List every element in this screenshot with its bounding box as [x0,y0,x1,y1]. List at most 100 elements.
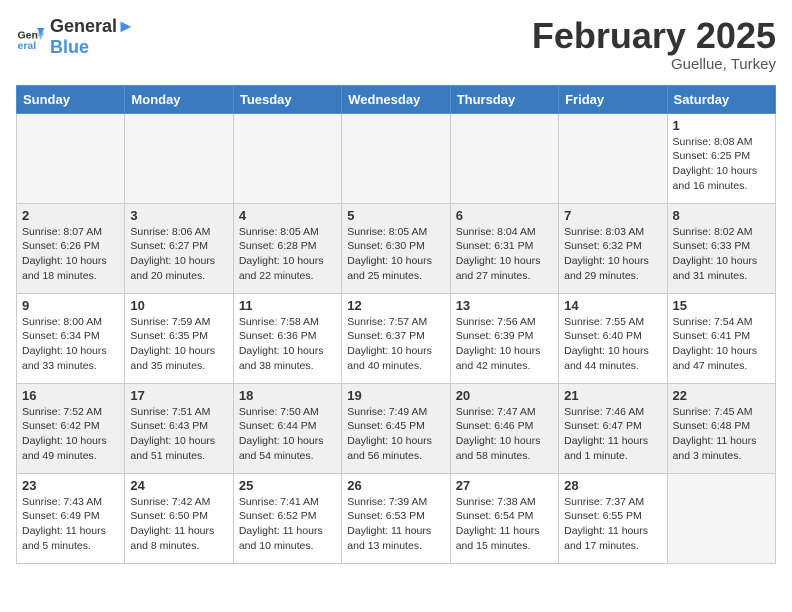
month-year-title: February 2025 [532,16,776,56]
calendar-day-cell [125,113,233,203]
calendar-day-cell: 7 Sunrise: 8:03 AMSunset: 6:32 PMDaylight… [559,203,667,293]
day-header-wednesday: Wednesday [342,85,450,113]
calendar-day-cell: 9 Sunrise: 8:00 AMSunset: 6:34 PMDaylight… [17,293,125,383]
day-number: 20 [456,388,553,403]
logo-blue: Blue [50,37,89,57]
day-number: 3 [130,208,227,223]
logo-separator: ► [117,16,135,37]
calendar-day-cell: 10 Sunrise: 7:59 AMSunset: 6:35 PMDayligh… [125,293,233,383]
calendar-week-row: 2 Sunrise: 8:07 AMSunset: 6:26 PMDaylight… [17,203,776,293]
day-info: Sunrise: 7:47 AMSunset: 6:46 PMDaylight:… [456,405,553,464]
day-number: 6 [456,208,553,223]
calendar-day-cell: 2 Sunrise: 8:07 AMSunset: 6:26 PMDaylight… [17,203,125,293]
location-subtitle: Guellue, Turkey [532,56,776,73]
calendar-day-cell: 14Sunrise: 7:55 AMSunset: 6:40 PMDayligh… [559,293,667,383]
day-number: 12 [347,298,444,313]
calendar-day-cell: 12 Sunrise: 7:57 AMSunset: 6:37 PMDayligh… [342,293,450,383]
day-number: 24 [130,478,227,493]
logo: Gen eral General ► Blue [16,16,135,58]
day-info: Sunrise: 8:00 AMSunset: 6:34 PMDaylight:… [22,315,119,374]
day-number: 4 [239,208,336,223]
day-number: 1 [673,118,770,133]
day-info: Sunrise: 7:41 AMSunset: 6:52 PMDaylight:… [239,495,336,554]
day-number: 16 [22,388,119,403]
calendar-day-cell: 13 Sunrise: 7:56 AMSunset: 6:39 PMDayligh… [450,293,558,383]
day-info: Sunrise: 8:05 AMSunset: 6:28 PMDaylight:… [239,225,336,284]
day-header-sunday: Sunday [17,85,125,113]
day-number: 5 [347,208,444,223]
day-info: Sunrise: 7:59 AMSunset: 6:35 PMDaylight:… [130,315,227,374]
day-info: Sunrise: 8:06 AMSunset: 6:27 PMDaylight:… [130,225,227,284]
day-info: Sunrise: 7:51 AMSunset: 6:43 PMDaylight:… [130,405,227,464]
day-info: Sunrise: 7:56 AMSunset: 6:39 PMDaylight:… [456,315,553,374]
day-info: Sunrise: 7:37 AMSunset: 6:55 PMDaylight:… [564,495,661,554]
calendar-day-cell: 22 Sunrise: 7:45 AMSunset: 6:48 PMDayligh… [667,383,775,473]
calendar-day-cell: 18Sunrise: 7:50 AMSunset: 6:44 PMDayligh… [233,383,341,473]
day-info: Sunrise: 7:50 AMSunset: 6:44 PMDaylight:… [239,405,336,464]
calendar-day-cell [559,113,667,203]
day-number: 11 [239,298,336,313]
calendar-day-cell: 24 Sunrise: 7:42 AMSunset: 6:50 PMDayligh… [125,473,233,563]
calendar-day-cell: 17 Sunrise: 7:51 AMSunset: 6:43 PMDayligh… [125,383,233,473]
day-number: 17 [130,388,227,403]
calendar-week-row: 9 Sunrise: 8:00 AMSunset: 6:34 PMDaylight… [17,293,776,383]
calendar-day-cell: 4 Sunrise: 8:05 AMSunset: 6:28 PMDaylight… [233,203,341,293]
day-info: Sunrise: 7:57 AMSunset: 6:37 PMDaylight:… [347,315,444,374]
calendar-day-cell: 23Sunrise: 7:43 AMSunset: 6:49 PMDayligh… [17,473,125,563]
day-info: Sunrise: 7:54 AMSunset: 6:41 PMDaylight:… [673,315,770,374]
page-header: Gen eral General ► Blue February 2025 Gu… [16,16,776,73]
day-number: 22 [673,388,770,403]
title-block: February 2025 Guellue, Turkey [532,16,776,73]
calendar-day-cell: 15 Sunrise: 7:54 AMSunset: 6:41 PMDayligh… [667,293,775,383]
day-info: Sunrise: 7:49 AMSunset: 6:45 PMDaylight:… [347,405,444,464]
day-header-tuesday: Tuesday [233,85,341,113]
calendar-day-cell: 16 Sunrise: 7:52 AMSunset: 6:42 PMDayligh… [17,383,125,473]
day-info: Sunrise: 8:08 AMSunset: 6:25 PMDaylight:… [673,135,770,194]
day-number: 28 [564,478,661,493]
calendar-day-cell [342,113,450,203]
calendar-day-cell: 5Sunrise: 8:05 AMSunset: 6:30 PMDaylight… [342,203,450,293]
day-info: Sunrise: 7:52 AMSunset: 6:42 PMDaylight:… [22,405,119,464]
day-number: 23 [22,478,119,493]
day-number: 25 [239,478,336,493]
calendar-week-row: 16 Sunrise: 7:52 AMSunset: 6:42 PMDayligh… [17,383,776,473]
day-number: 19 [347,388,444,403]
day-info: Sunrise: 7:39 AMSunset: 6:53 PMDaylight:… [347,495,444,554]
day-number: 13 [456,298,553,313]
day-number: 26 [347,478,444,493]
day-info: Sunrise: 7:38 AMSunset: 6:54 PMDaylight:… [456,495,553,554]
day-number: 7 [564,208,661,223]
day-number: 15 [673,298,770,313]
day-info: Sunrise: 7:58 AMSunset: 6:36 PMDaylight:… [239,315,336,374]
day-info: Sunrise: 7:45 AMSunset: 6:48 PMDaylight:… [673,405,770,464]
day-header-thursday: Thursday [450,85,558,113]
calendar-day-cell: 21Sunrise: 7:46 AMSunset: 6:47 PMDayligh… [559,383,667,473]
day-number: 10 [130,298,227,313]
calendar-header-row: SundayMondayTuesdayWednesdayThursdayFrid… [17,85,776,113]
day-info: Sunrise: 8:07 AMSunset: 6:26 PMDaylight:… [22,225,119,284]
day-info: Sunrise: 8:04 AMSunset: 6:31 PMDaylight:… [456,225,553,284]
day-info: Sunrise: 8:02 AMSunset: 6:33 PMDaylight:… [673,225,770,284]
calendar-day-cell [17,113,125,203]
calendar-day-cell: 11 Sunrise: 7:58 AMSunset: 6:36 PMDayligh… [233,293,341,383]
day-number: 9 [22,298,119,313]
calendar-day-cell: 28 Sunrise: 7:37 AMSunset: 6:55 PMDayligh… [559,473,667,563]
calendar-day-cell: 8Sunrise: 8:02 AMSunset: 6:33 PMDaylight… [667,203,775,293]
day-info: Sunrise: 7:42 AMSunset: 6:50 PMDaylight:… [130,495,227,554]
logo-icon: Gen eral [16,22,46,52]
calendar-day-cell: 27 Sunrise: 7:38 AMSunset: 6:54 PMDayligh… [450,473,558,563]
day-number: 14 [564,298,661,313]
logo-general: General [50,16,117,37]
day-header-saturday: Saturday [667,85,775,113]
calendar-day-cell: 26 Sunrise: 7:39 AMSunset: 6:53 PMDayligh… [342,473,450,563]
day-number: 2 [22,208,119,223]
day-info: Sunrise: 8:03 AMSunset: 6:32 PMDaylight:… [564,225,661,284]
calendar-week-row: 23Sunrise: 7:43 AMSunset: 6:49 PMDayligh… [17,473,776,563]
calendar-day-cell [233,113,341,203]
calendar-day-cell: 6 Sunrise: 8:04 AMSunset: 6:31 PMDaylight… [450,203,558,293]
calendar-day-cell: 3 Sunrise: 8:06 AMSunset: 6:27 PMDaylight… [125,203,233,293]
day-number: 27 [456,478,553,493]
calendar-day-cell: 20 Sunrise: 7:47 AMSunset: 6:46 PMDayligh… [450,383,558,473]
day-header-monday: Monday [125,85,233,113]
day-info: Sunrise: 7:46 AMSunset: 6:47 PMDaylight:… [564,405,661,464]
